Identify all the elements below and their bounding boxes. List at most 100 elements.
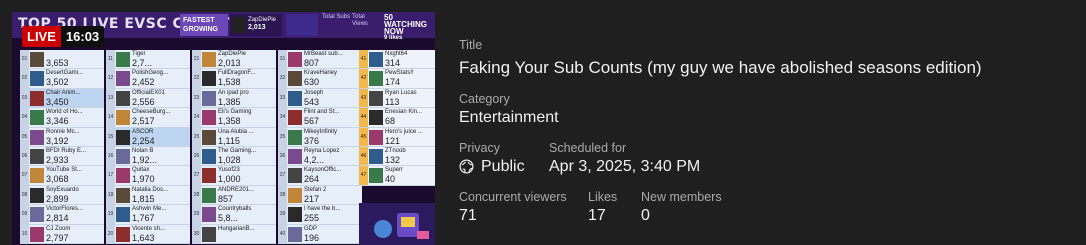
entry-rank: 34 [278,108,287,127]
entry-rank: 31 [278,50,287,69]
entry-rank: 19 [106,205,115,224]
entry-rank: 35 [278,127,287,146]
leaderboard-entry: 27 Yusof23 1,000 [192,166,276,186]
leaderboard-entry: 35 MikeyInfinity 376 [278,127,362,147]
avatar [116,90,130,106]
entry-name: Ronnie Mc... [46,128,80,135]
entry-rank: 27 [192,166,201,185]
video-title[interactable]: Faking Your Sub Counts (my guy we have a… [459,58,982,78]
entry-name: CheeseBurg... [132,109,171,116]
entry-subs: 1,028 [218,154,241,165]
entry-rank: 29 [192,205,201,224]
entry-rank: 25 [192,127,201,146]
entry-rank: 33 [278,88,287,108]
leaderboard-entry: 37 KaysonOffic... 264 [278,166,362,186]
entry-name: Joseph [304,89,324,96]
entry-rank: 13 [106,88,115,108]
entry-rank: 37 [278,166,287,185]
growing-channel-name: ZapDiePie [248,17,277,23]
entry-name: I have the b... [304,206,341,213]
avatar [369,110,383,126]
entry-subs: 3,450 [46,96,69,107]
entry-name: PolishGeog... [132,70,169,77]
avatar [202,226,216,242]
entry-name: The Gaming... [218,147,257,154]
avatar [30,52,44,67]
entry-rank: 43 [359,88,368,108]
entry-subs: 3,192 [46,135,69,146]
leaderboard-entry: 12 PolishGeog... 2,452 [106,69,190,89]
channel-badge [286,14,318,36]
entry-name: Ryan Lucas [385,89,417,96]
likes-value: 17 [588,207,606,224]
leaderboard-entry: 22 FullDragonF... 1,538 [192,69,276,89]
growing-channel-count: 2,013 [248,24,266,31]
avatar [202,52,216,67]
entry-name: Nolan B [132,147,154,154]
leaderboard-entry: 08 SoyExuardo 2,899 [20,185,104,206]
entry-rank: 23 [192,88,201,108]
entry-rank: 15 [106,127,115,146]
avatar [202,129,216,145]
leaderboard-entry: 30 HungarianB... [192,224,276,244]
entry-rank: 45 [359,127,368,146]
leaderboard-entry: 20 Vicente sh... 1,643 [106,224,190,244]
category-label: Category [459,92,510,106]
leaderboard-entry: 02 DesertGami... 3,502 [20,69,104,89]
entry-name: ZapDiePie [218,51,247,57]
entry-subs: 567 [304,116,320,127]
avatar [30,168,44,184]
entry-name: CJ Zoom [46,225,71,232]
entry-subs: 1,385 [218,96,241,107]
entry-rank: 09 [20,205,29,224]
entry-name: VictorFlores... [46,206,83,213]
entry-name: Superr [385,167,404,174]
total-views-label: Total Views [352,14,368,27]
entry-rank: 10 [20,224,29,243]
entry-name: MikeyInfinity [304,128,338,135]
leaderboard-entry: 01 3,653 [20,50,104,70]
entry-subs: 2,517 [132,116,155,127]
leaderboard-entry: 15 ASCOR 2,254 [106,127,190,147]
entry-name: Countryballs [218,206,252,213]
avatar [232,17,246,33]
channel-art [359,203,435,245]
leaderboard-entry: 23 An ipad pro 1,385 [192,88,276,109]
entry-name: World of Ho... [46,109,83,116]
entry-name: HungarianB... [218,225,255,232]
leaderboard-entry: 47 Superr 40 [359,166,435,186]
entry-rank: 14 [106,108,115,127]
leaderboard-entry: 04 World of Ho... 3,346 [20,108,104,128]
entry-subs: 2,013 [218,58,241,68]
entry-subs: 5,8... [218,213,239,224]
entry-rank: 07 [20,166,29,185]
leaderboard-entry: 09 VictorFlores... 2,814 [20,205,104,225]
entry-subs: 2,556 [132,96,155,107]
entry-subs: 196 [304,232,320,243]
avatar [202,71,216,87]
new-members-value: 0 [641,207,650,224]
likes-label: Likes [588,190,618,204]
entry-rank: 17 [106,166,115,185]
entry-name: FullDragonF... [218,70,256,77]
entry-subs: 3,653 [46,58,69,68]
entry-rank: 41 [359,50,368,69]
entry-name: ZTnoob [385,147,406,154]
avatar [116,207,130,223]
entry-rank: 47 [359,166,368,185]
entry-subs: 2,254 [132,135,155,146]
avatar [116,52,130,67]
avatar [288,129,302,145]
title-label: Title [459,38,483,52]
entry-subs: 2,7... [132,58,153,68]
entry-rank: 03 [20,88,29,108]
leaderboard-entry: 05 Ronnie Mc... 3,192 [20,127,104,147]
entry-name: Quitax [132,167,150,174]
entry-name: Flint and St... [304,109,340,116]
leaderboard-entry: 45 Hero's juice ... 121 [359,127,435,147]
leaderboard-entry: 39 I have the b... 255 [278,205,362,225]
entry-name: Tiger [132,51,146,57]
entry-subs: 1,767 [132,213,155,224]
entry-rank: 04 [20,108,29,127]
entry-name: BFDI Ruby E... [46,147,87,154]
